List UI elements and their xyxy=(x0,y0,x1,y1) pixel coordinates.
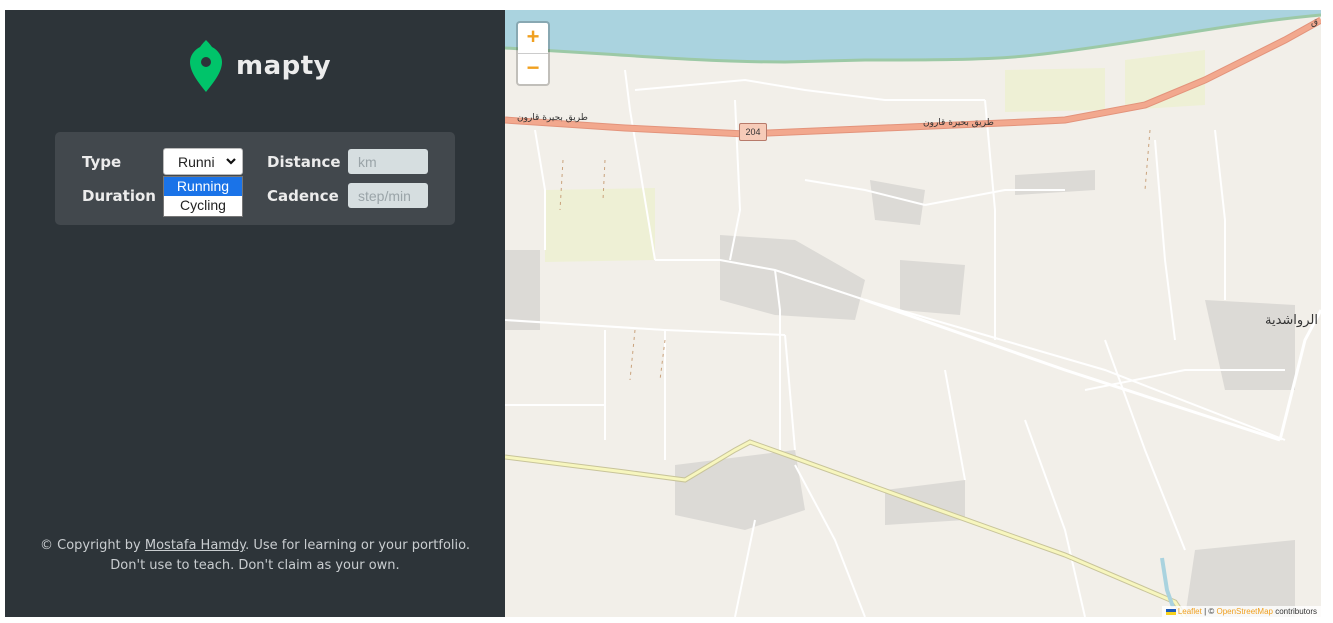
town-label-edge: ق xyxy=(1311,18,1318,28)
map-attribution: Leaflet | © OpenStreetMap contributors xyxy=(1161,606,1321,617)
option-running[interactable]: Running xyxy=(164,177,242,196)
copyright-suffix: . Use for learning or your portfolio. xyxy=(245,538,470,553)
type-label: Type xyxy=(82,153,122,171)
type-select-value: Runni xyxy=(178,153,215,170)
road-name-label-1: طريق بحيرة قارون xyxy=(517,113,588,123)
workout-form: Type Runni Distance km Duration Cadence … xyxy=(55,132,455,225)
attribution-suffix: contributors xyxy=(1272,607,1317,616)
road-name-label-2: طريق بحيرة قارون xyxy=(923,118,994,128)
distance-input[interactable]: km xyxy=(348,149,428,174)
copyright-line-2: Don't use to teach. Don't claim as your … xyxy=(110,558,400,573)
logo: mapty xyxy=(190,40,331,92)
zoom-in-button[interactable]: + xyxy=(518,23,548,53)
distance-label: Distance xyxy=(267,153,341,171)
sidebar: mapty Type Runni Distance km Duration Ca… xyxy=(5,10,505,617)
app-container: mapty Type Runni Distance km Duration Ca… xyxy=(5,10,1321,617)
type-dropdown: Running Cycling xyxy=(163,176,243,217)
duration-label: Duration xyxy=(82,187,156,205)
attribution-sep: | © xyxy=(1201,607,1217,616)
type-select[interactable]: Runni xyxy=(163,148,243,175)
copyright: © Copyright by Mostafa Hamdy. Use for le… xyxy=(5,536,505,576)
leaflet-link[interactable]: Leaflet xyxy=(1178,607,1202,616)
copyright-line-1: © Copyright by Mostafa Hamdy. Use for le… xyxy=(5,536,505,556)
zoom-out-button[interactable]: − xyxy=(518,53,548,84)
brand-name: mapty xyxy=(236,51,332,81)
copyright-prefix: © Copyright by xyxy=(40,538,145,553)
author-link[interactable]: Mostafa Hamdy xyxy=(145,538,245,553)
map[interactable]: + − 204 طريق بحيرة قارون طريق بحيرة قارو… xyxy=(505,10,1321,617)
cadence-label: Cadence xyxy=(267,187,339,205)
chevron-down-icon xyxy=(226,158,236,165)
cadence-input[interactable]: step/min xyxy=(348,183,428,208)
map-pin-icon xyxy=(190,40,222,92)
option-cycling[interactable]: Cycling xyxy=(164,196,242,215)
town-label: الرواشدية xyxy=(1265,313,1318,328)
zoom-control: + − xyxy=(516,21,550,86)
road-shield: 204 xyxy=(739,123,767,141)
osm-link[interactable]: OpenStreetMap xyxy=(1216,607,1272,616)
map-tiles xyxy=(505,10,1321,617)
ukraine-flag-icon xyxy=(1165,608,1176,615)
